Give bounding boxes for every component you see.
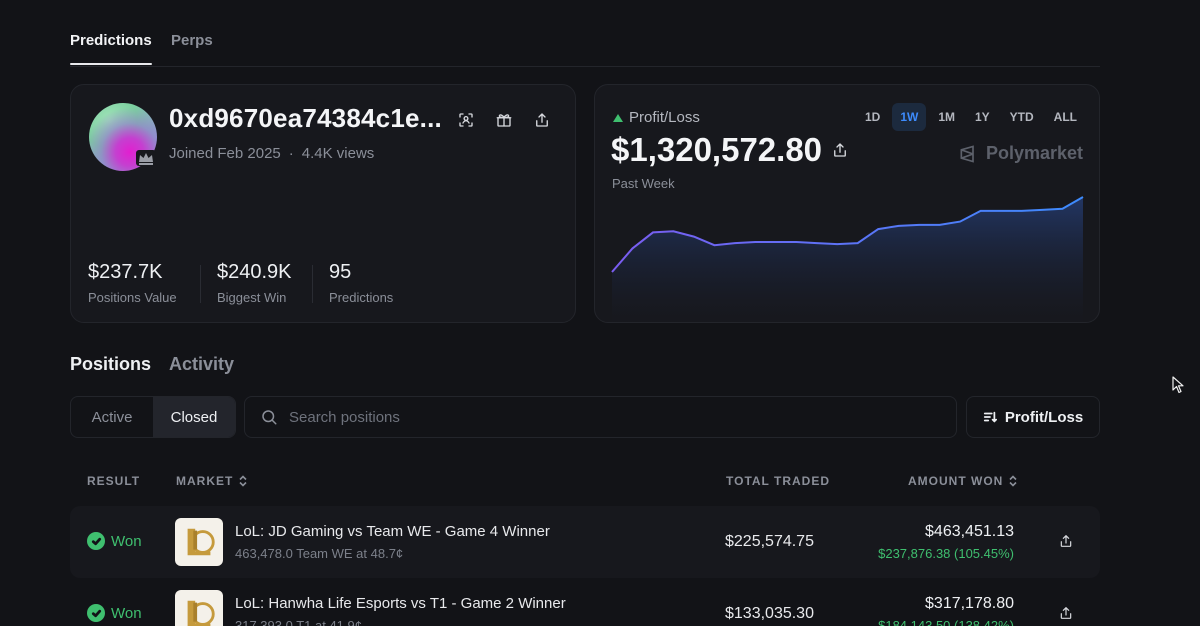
sort-icon <box>983 411 997 423</box>
check-circle-icon <box>87 604 105 622</box>
sort-button[interactable]: Profit/Loss <box>966 396 1100 438</box>
stat-divider <box>200 265 201 303</box>
share-icon[interactable] <box>1058 533 1074 554</box>
header-market[interactable]: MARKET <box>176 474 248 488</box>
search-box <box>244 396 957 438</box>
amount-won: $463,451.13 <box>925 523 1014 540</box>
profit-amount: $184,143.50 (138.42%) <box>878 618 1014 626</box>
lol-logo-icon <box>175 590 223 626</box>
stat-label: Positions Value <box>88 290 177 305</box>
sort-label: Profit/Loss <box>1004 408 1084 426</box>
sort-updown-icon <box>239 475 247 487</box>
brand-name: Polymarket <box>985 143 1083 163</box>
range-selector: 1D 1W 1M 1Y YTD ALL <box>857 103 1085 131</box>
gift-icon[interactable] <box>493 109 515 131</box>
header-amount-won[interactable]: AMOUNT WON <box>908 474 1018 488</box>
filter-active-button[interactable]: Active <box>71 397 153 437</box>
stat-value: $240.9K <box>217 261 292 283</box>
market-subtitle: 463,478.0 Team WE at 48.7¢ <box>235 546 404 561</box>
sort-updown-icon <box>1009 475 1017 487</box>
result-badge: Won <box>87 604 142 622</box>
stat-label: Predictions <box>329 290 394 305</box>
meta-separator: · <box>288 145 294 162</box>
result-badge: Won <box>87 532 142 550</box>
result-label: Won <box>111 532 142 550</box>
range-ytd[interactable]: YTD <box>1002 103 1042 131</box>
range-1d[interactable]: 1D <box>857 103 888 131</box>
filter-closed-button[interactable]: Closed <box>153 397 235 437</box>
share-icon[interactable] <box>1058 605 1074 626</box>
tab-predictions[interactable]: Predictions <box>70 32 152 65</box>
joined-date: Joined Feb 2025 <box>169 145 281 162</box>
profit-loss-card: Profit/Loss $1,320,572.80 Past Week 1D 1… <box>594 84 1100 323</box>
range-1m[interactable]: 1M <box>930 103 963 131</box>
header-result: RESULT <box>87 474 140 488</box>
wallet-address: 0xd9670ea74384c1e... <box>169 103 442 133</box>
brand-watermark: Polymarket <box>958 143 1083 164</box>
share-icon[interactable] <box>531 109 553 131</box>
market-title[interactable]: LoL: Hanwha Life Esports vs T1 - Game 2 … <box>235 595 566 612</box>
share-icon[interactable] <box>831 141 849 164</box>
range-all[interactable]: ALL <box>1046 103 1085 131</box>
stat-predictions: 95 Predictions <box>329 261 393 305</box>
amount-won: $317,178.80 <box>925 595 1014 612</box>
result-label: Won <box>111 604 142 622</box>
pnl-line-chart <box>611 196 1084 322</box>
lol-logo-icon <box>175 518 223 566</box>
check-circle-icon <box>87 532 105 550</box>
profile-card: 0xd9670ea74384c1e... Joined Feb 2025 · 4.4… <box>70 84 576 323</box>
stat-label: Biggest Win <box>217 290 287 305</box>
market-title[interactable]: LoL: JD Gaming vs Team WE - Game 4 Winne… <box>235 523 550 540</box>
table-row[interactable]: Won LoL: JD Gaming vs Team WE - Game 4 W… <box>70 506 1100 578</box>
table-row[interactable]: Won LoL: Hanwha Life Esports vs T1 - Gam… <box>70 578 1100 626</box>
trend-up-icon <box>613 113 623 122</box>
search-input[interactable] <box>289 408 889 426</box>
view-count: 4.4K views <box>301 145 375 162</box>
stat-biggest-win: $240.9K Biggest Win <box>217 261 292 305</box>
header-market-label: MARKET <box>176 474 234 488</box>
mouse-cursor-icon <box>1172 376 1184 394</box>
range-1y[interactable]: 1Y <box>967 103 998 131</box>
search-icon <box>262 410 277 425</box>
stat-value: 95 <box>329 261 352 283</box>
header-total-traded: TOTAL TRADED <box>726 474 830 488</box>
profit-amount: $237,876.38 (105.45%) <box>878 546 1014 561</box>
market-subtitle: 317,393.0 T1 at 41.9¢ <box>235 618 362 626</box>
tab-perps[interactable]: Perps <box>171 32 213 49</box>
scan-icon[interactable] <box>455 109 477 131</box>
status-filter: Active Closed <box>70 396 236 438</box>
polymarket-logo-icon <box>960 144 974 163</box>
tab-activity[interactable]: Activity <box>169 354 234 375</box>
pnl-label: Profit/Loss <box>613 109 700 126</box>
stat-value: $237.7K <box>88 261 163 283</box>
stat-divider <box>312 265 313 303</box>
tab-positions[interactable]: Positions <box>70 354 151 375</box>
range-1w[interactable]: 1W <box>892 103 927 131</box>
top-tabs: Predictions Perps <box>70 0 1100 67</box>
total-traded: $225,574.75 <box>725 533 814 550</box>
pnl-area <box>612 197 1083 322</box>
total-traded: $133,035.30 <box>725 605 814 622</box>
header-result-label: RESULT <box>87 474 141 488</box>
stat-positions-value: $237.7K Positions Value <box>88 261 177 305</box>
header-total-traded-label: TOTAL TRADED <box>726 474 830 488</box>
section-tabs: Positions Activity <box>70 354 234 375</box>
pnl-value: $1,320,572.80 <box>611 131 823 168</box>
profile-meta: Joined Feb 2025 · 4.4K views <box>169 145 374 162</box>
pnl-label-text: Profit/Loss <box>629 109 700 126</box>
header-amount-won-label: AMOUNT WON <box>908 474 1004 488</box>
crown-icon <box>136 150 156 166</box>
